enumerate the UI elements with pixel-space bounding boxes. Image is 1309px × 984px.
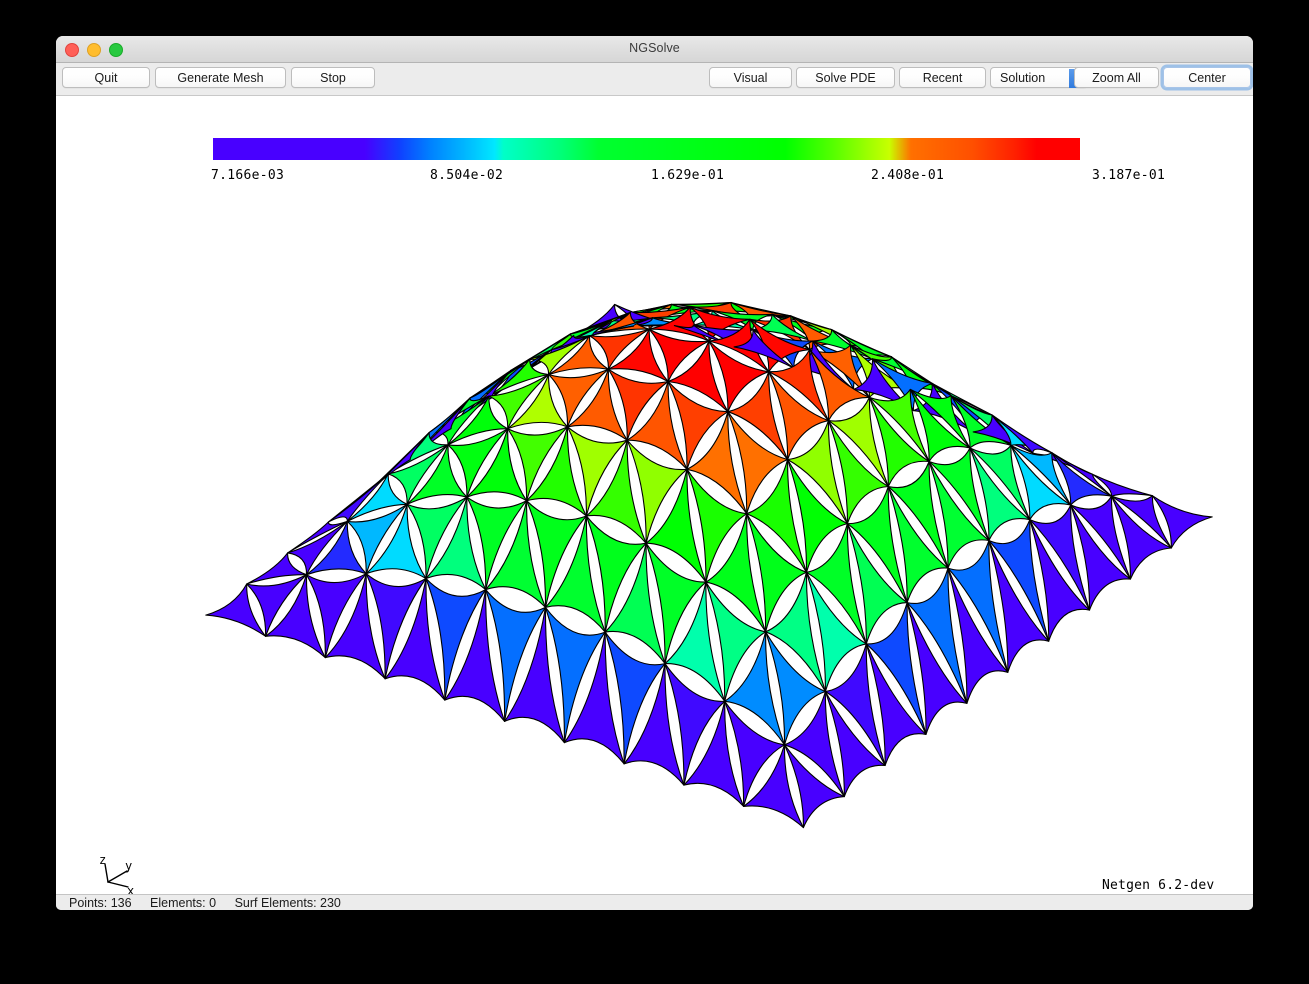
recent-button[interactable]: Recent bbox=[899, 67, 986, 88]
axis-y-label: y bbox=[125, 859, 132, 873]
surf-elements-stat: Surf Elements: 230 bbox=[235, 896, 341, 910]
solve-pde-button[interactable]: Solve PDE bbox=[796, 67, 895, 88]
visual-button[interactable]: Visual bbox=[709, 67, 792, 88]
points-value: 136 bbox=[110, 896, 132, 910]
elements-label: Elements: bbox=[150, 896, 206, 910]
elements-stat: Elements: 0 bbox=[150, 896, 220, 910]
center-button[interactable]: Center bbox=[1163, 67, 1251, 88]
ngsolve-window: NGSolve Quit Generate Mesh Stop Visual S… bbox=[56, 36, 1253, 910]
axis-triad: z y x bbox=[99, 854, 134, 894]
status-bar: Points: 136 Elements: 0 Surf Elements: 2… bbox=[56, 894, 1253, 910]
solution-dropdown-value: Solution bbox=[1000, 71, 1046, 85]
quit-button[interactable]: Quit bbox=[62, 67, 150, 88]
toolbar: Quit Generate Mesh Stop Visual Solve PDE… bbox=[56, 63, 1253, 96]
status-text: Points: 136 Elements: 0 Surf Elements: 2… bbox=[69, 896, 356, 910]
surf-elements-value: 230 bbox=[320, 896, 341, 910]
generate-mesh-button[interactable]: Generate Mesh bbox=[155, 67, 286, 88]
version-label: Netgen 6.2-dev bbox=[1102, 878, 1215, 893]
mesh-surface-plot[interactable] bbox=[56, 96, 1253, 894]
elements-value: 0 bbox=[209, 896, 217, 910]
screen: NGSolve Quit Generate Mesh Stop Visual S… bbox=[0, 0, 1309, 984]
mesh-triangle bbox=[1151, 495, 1213, 549]
surf-elements-label: Surf Elements: bbox=[234, 896, 317, 910]
points-label: Points: bbox=[69, 896, 108, 910]
axis-x-label: x bbox=[127, 884, 134, 894]
window-titlebar: NGSolve bbox=[56, 36, 1253, 63]
axis-x-line bbox=[107, 881, 129, 888]
render-canvas[interactable]: 7.166e-03 8.504e-02 1.629e-01 2.408e-01 … bbox=[56, 96, 1253, 894]
window-title: NGSolve bbox=[629, 41, 680, 55]
stop-button[interactable]: Stop bbox=[291, 67, 375, 88]
zoom-all-button[interactable]: Zoom All bbox=[1074, 67, 1159, 88]
axis-z-label: z bbox=[99, 854, 106, 867]
points-stat: Points: 136 bbox=[69, 896, 135, 910]
